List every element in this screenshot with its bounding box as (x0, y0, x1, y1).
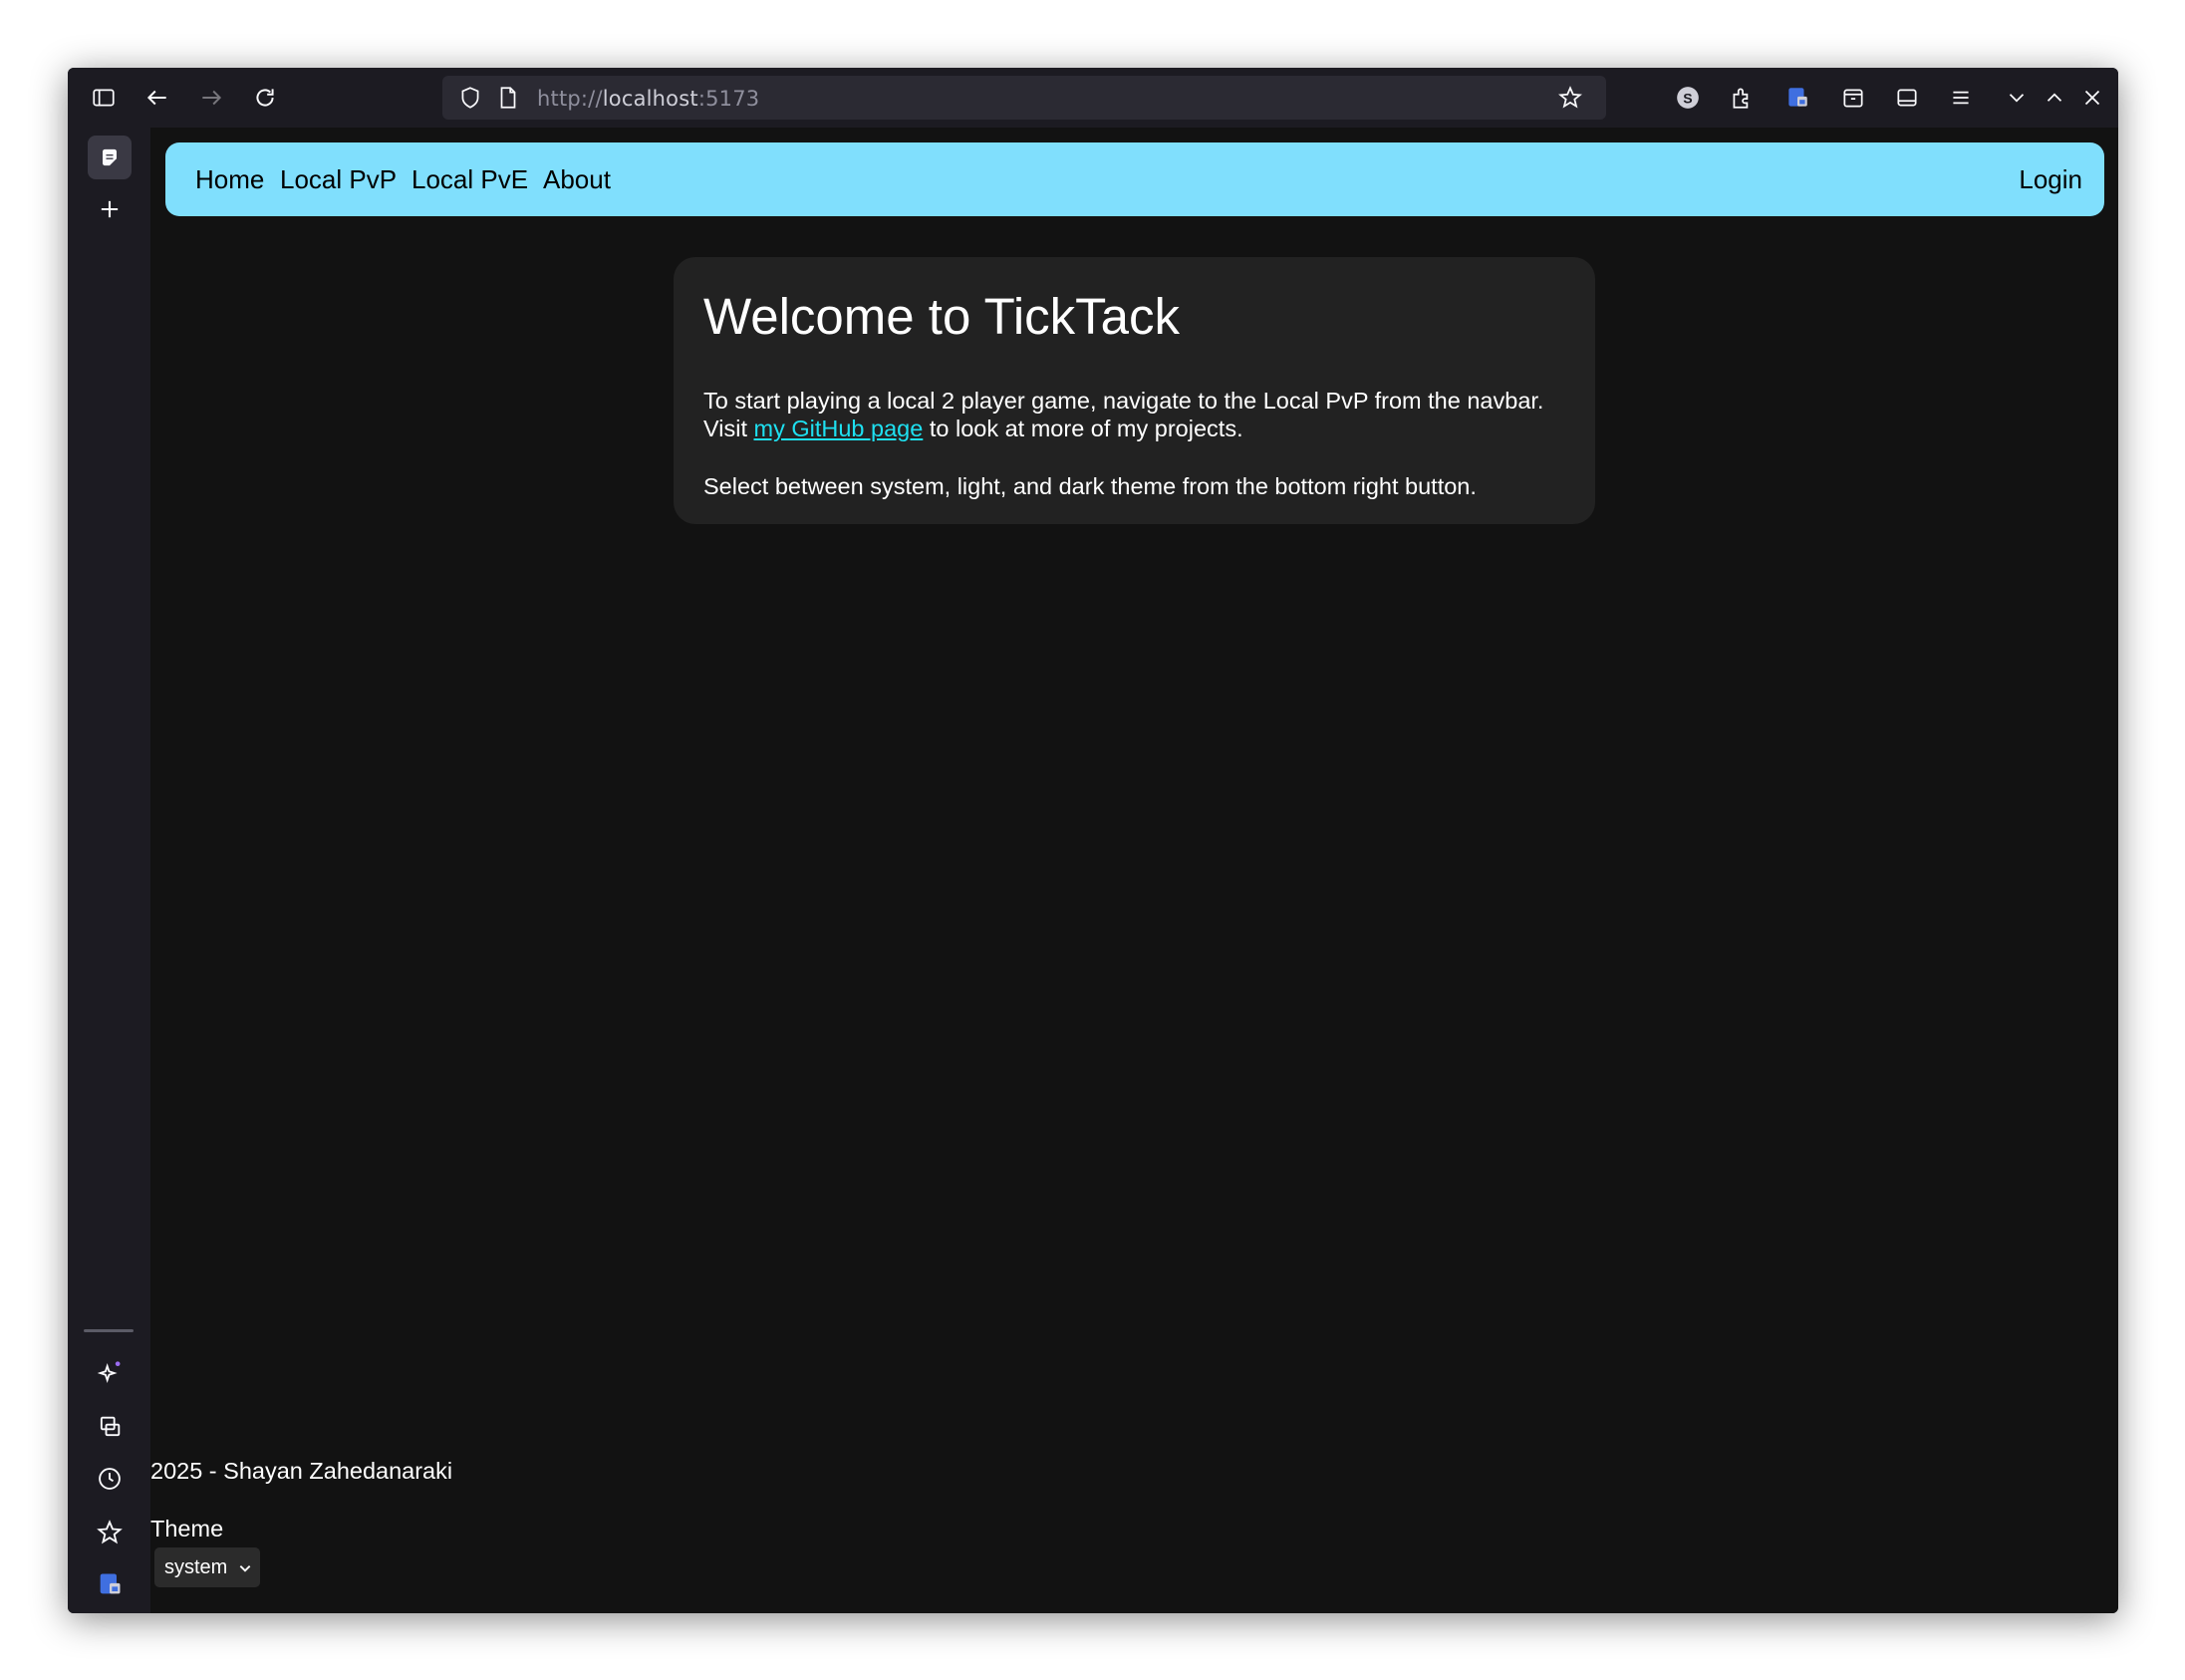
welcome-title: Welcome to TickTack (703, 288, 1181, 345)
welcome-card: Welcome to TickTack To start playing a l… (674, 257, 1595, 524)
page-content: Home Local PvP Local PvE About Login Wel… (150, 128, 2118, 1613)
sidebar-toggle-icon[interactable] (84, 78, 124, 118)
intro-text: To start playing a local 2 player game, … (703, 388, 1544, 414)
page-icon (488, 78, 528, 118)
extension-badge-text: S (1683, 90, 1692, 106)
nav-about-link[interactable]: About (543, 164, 611, 195)
add-icon[interactable] (88, 187, 132, 231)
site-navbar: Home Local PvP Local PvE About Login (165, 142, 2104, 216)
extensions-puzzle-icon[interactable] (1722, 78, 1762, 118)
extension-s-icon[interactable]: S (1668, 78, 1708, 118)
shield-icon[interactable] (450, 78, 490, 118)
url-bar[interactable]: http://localhost:5173 (442, 76, 1606, 120)
bookmarks-star-icon[interactable] (88, 1511, 132, 1554)
visit-prefix: Visit (703, 416, 754, 441)
reload-icon[interactable] (245, 78, 285, 118)
browser-toolbar: http://localhost:5173 S (68, 68, 2118, 128)
menu-hamburger-icon[interactable] (1941, 78, 1981, 118)
nav-local-pvp-link[interactable]: Local PvP (280, 164, 397, 195)
screenshot-panel-icon[interactable] (1887, 78, 1927, 118)
back-icon[interactable] (137, 78, 177, 118)
theme-hint: Select between system, light, and dark t… (703, 473, 1477, 499)
url-text[interactable]: http://localhost:5173 (537, 87, 759, 111)
history-clock-icon[interactable] (88, 1457, 132, 1501)
synced-tabs-icon[interactable] (88, 1405, 132, 1449)
nav-login-link[interactable]: Login (2019, 164, 2082, 195)
vpn-shield-icon[interactable] (1777, 78, 1817, 118)
chevron-down-icon (239, 1565, 251, 1572)
container-tabs-icon[interactable] (1833, 78, 1873, 118)
forward-icon[interactable] (191, 78, 231, 118)
close-icon[interactable] (2072, 78, 2112, 118)
minimize-icon[interactable] (1997, 78, 2037, 118)
sidebar-divider (84, 1329, 134, 1332)
nav-local-pve-link[interactable]: Local PvE (411, 164, 528, 195)
theme-select[interactable]: system (154, 1547, 260, 1587)
maximize-icon[interactable] (2035, 78, 2074, 118)
nav-home-link[interactable]: Home (195, 164, 264, 195)
footer-copyright: 2025 - Shayan Zahedanaraki (150, 1458, 453, 1484)
github-link[interactable]: my GitHub page (754, 416, 924, 441)
sidebar-vpn-icon[interactable] (88, 1562, 132, 1606)
welcome-intro: To start playing a local 2 player game, … (703, 387, 1543, 442)
browser-sidebar (68, 128, 150, 1613)
sidebar-page-icon[interactable] (88, 136, 132, 179)
bookmark-star-icon[interactable] (1550, 78, 1590, 118)
browser-window: http://localhost:5173 S Home Local PvP L… (68, 68, 2118, 1613)
theme-label: Theme (150, 1516, 224, 1541)
theme-select-value: system (164, 1556, 228, 1578)
ai-sparkle-icon[interactable] (88, 1351, 132, 1395)
visit-suffix: to look at more of my projects. (923, 416, 1243, 441)
